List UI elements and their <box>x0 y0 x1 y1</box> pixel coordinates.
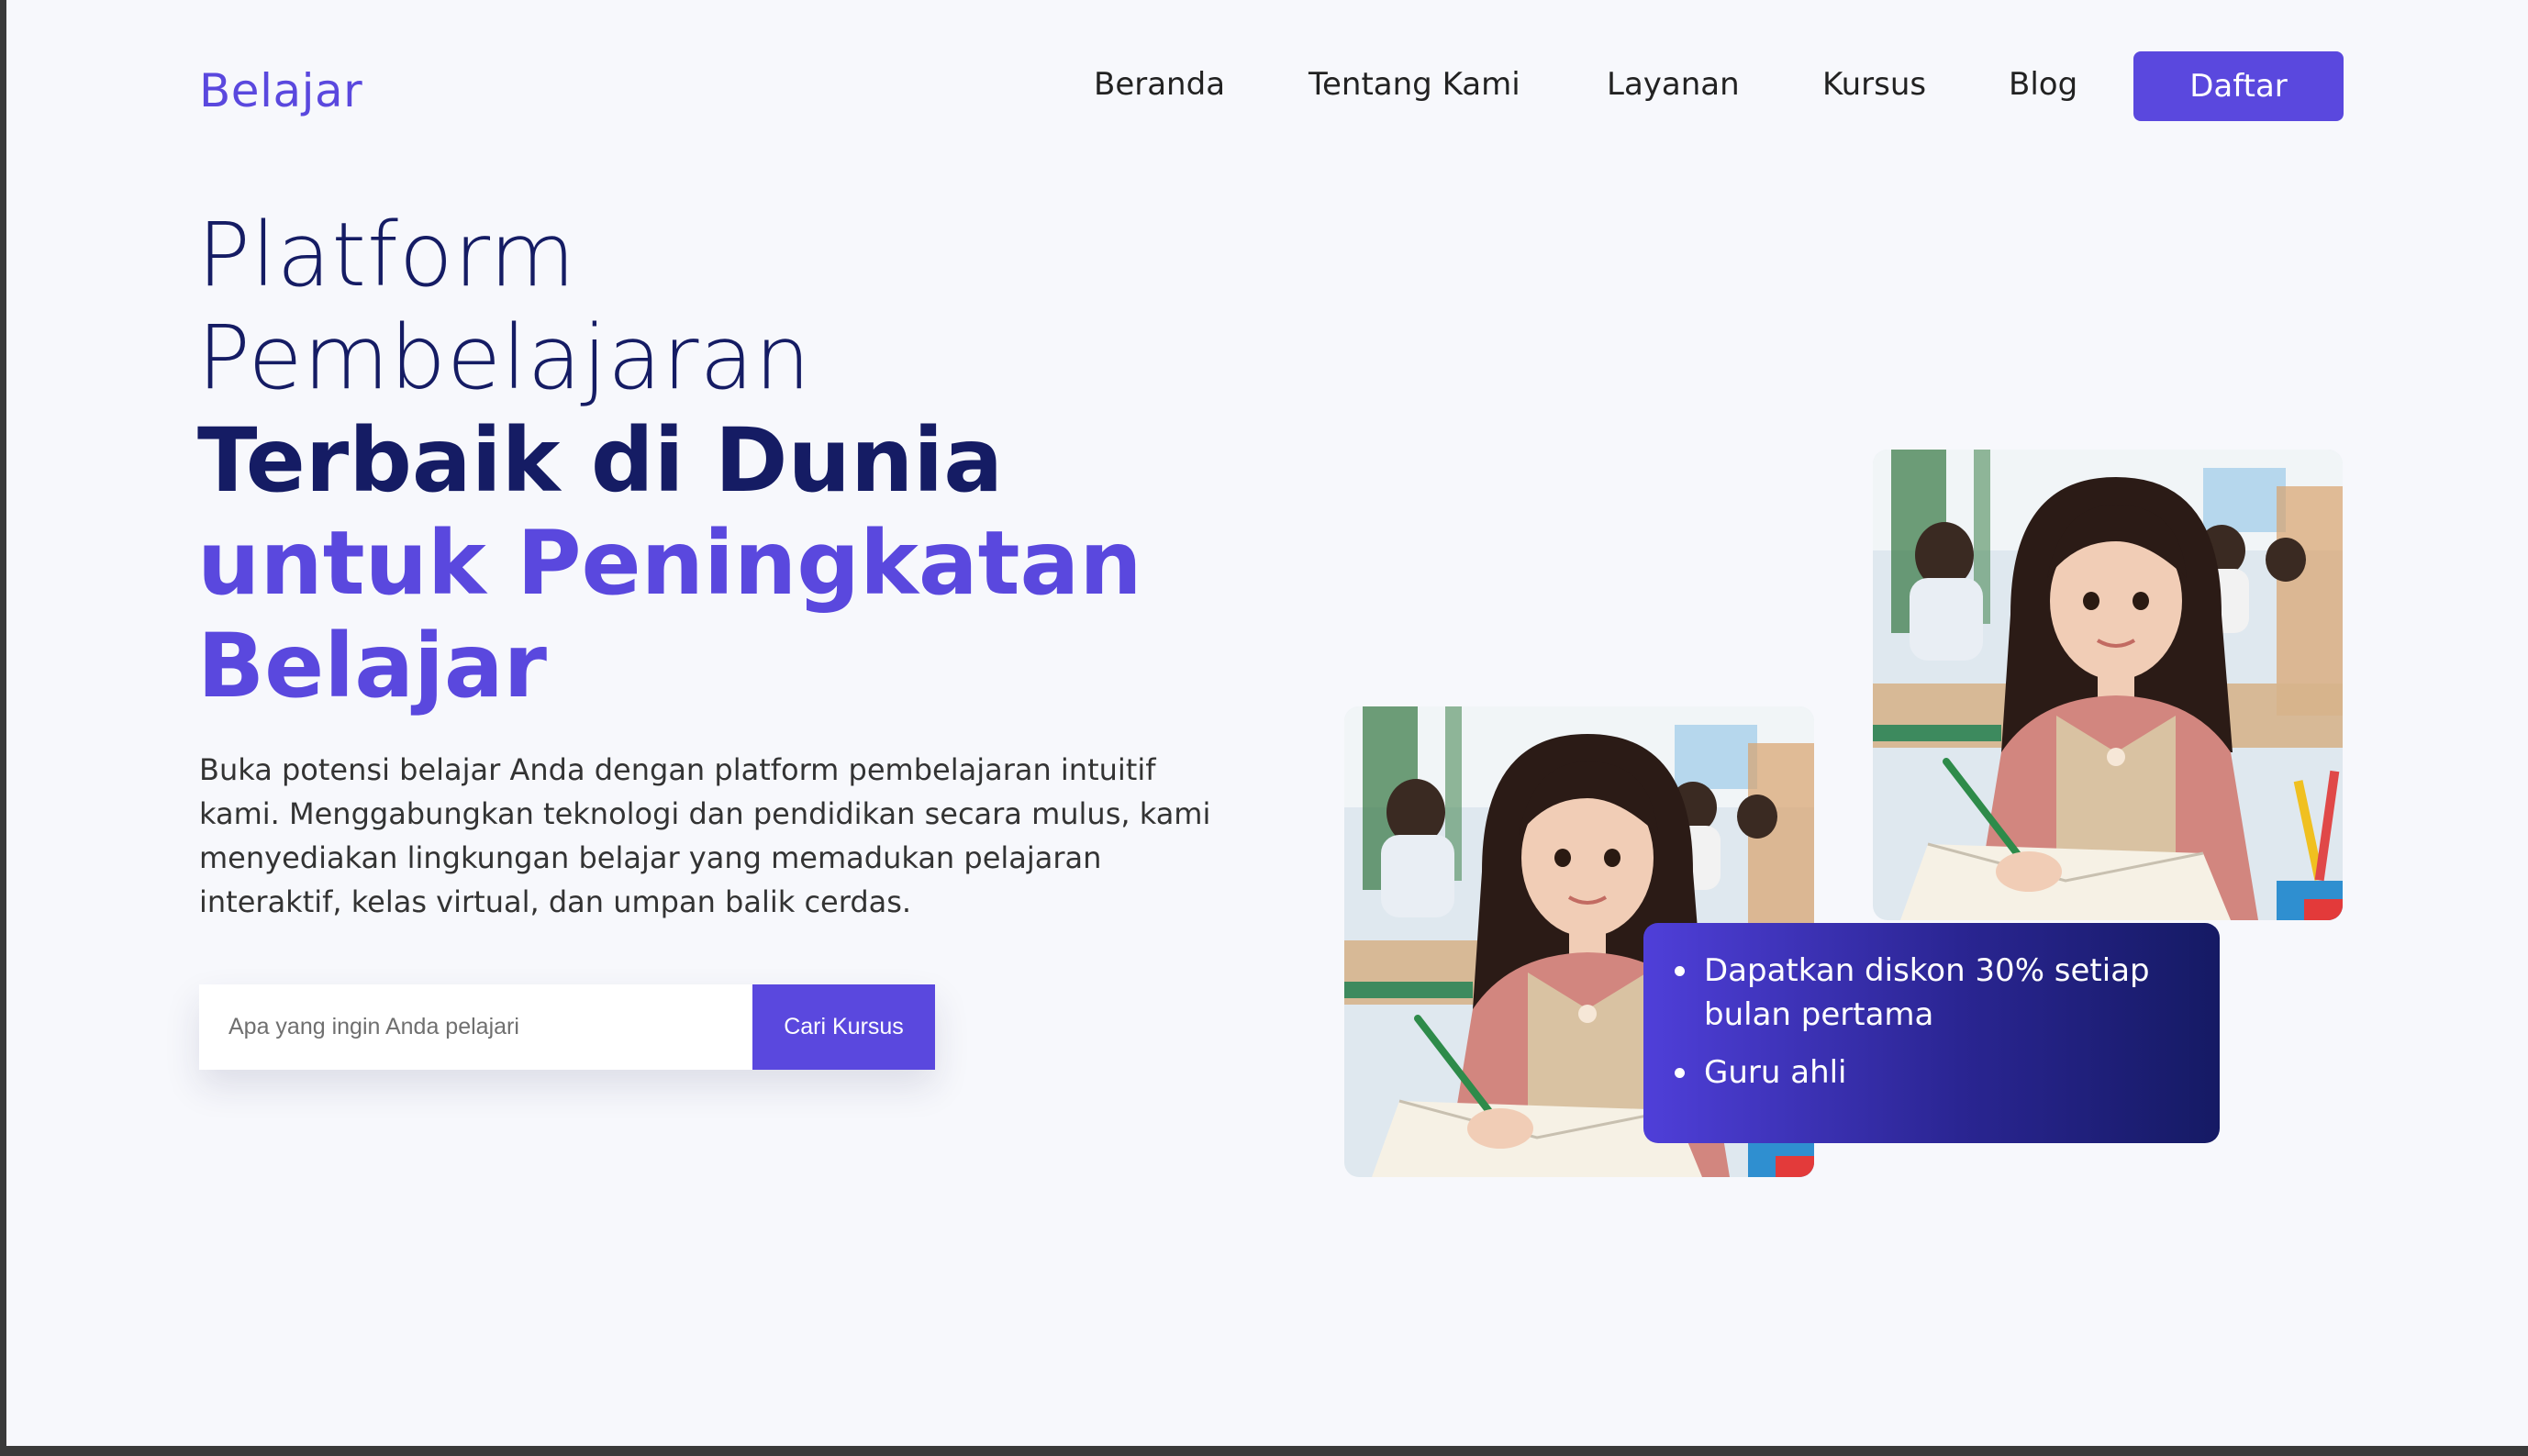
nav-link-kursus[interactable]: Kursus <box>1822 66 1926 103</box>
search-course-button[interactable]: Cari Kursus <box>752 984 935 1070</box>
bullet-icon <box>1675 1068 1685 1078</box>
hero-title-line-1: Platform <box>197 204 576 306</box>
nav-link-tentang-kami[interactable]: Tentang Kami <box>1309 66 1520 103</box>
hero-title-line-2: Pembelajaran <box>197 306 812 409</box>
hero-title: Platform Pembelajaran Terbaik di Dunia u… <box>197 204 1142 717</box>
promo-item: Guru ahli <box>1675 1050 2183 1095</box>
course-search-bar: Cari Kursus <box>199 984 935 1070</box>
promo-item: Dapatkan diskon 30% setiap bulan pertama <box>1675 949 2183 1037</box>
student-photo-2 <box>1873 450 2343 920</box>
hero-title-line-5: Belajar <box>197 615 547 717</box>
nav-link-layanan[interactable]: Layanan <box>1607 66 1740 103</box>
hero-title-line-3: Terbaik di Dunia <box>197 409 1003 512</box>
student-photo-illustration <box>1873 450 2343 920</box>
hero-description: Buka potensi belajar Anda dengan platfor… <box>199 752 1211 919</box>
promo-list: Dapatkan diskon 30% setiap bulan pertama… <box>1675 949 2183 1095</box>
promo-card: Dapatkan diskon 30% setiap bulan pertama… <box>1643 923 2220 1143</box>
promo-item-text: Guru ahli <box>1704 1054 1847 1091</box>
nav-link-beranda[interactable]: Beranda <box>1094 66 1225 103</box>
bullet-icon <box>1675 966 1685 976</box>
hero-title-line-4: untuk Peningkatan <box>197 512 1142 615</box>
main-nav: Beranda Tentang Kami Layanan Kursus Blog… <box>6 51 2528 121</box>
landing-page: Belajar Beranda Tentang Kami Layanan Kur… <box>6 0 2528 1446</box>
nav-link-blog[interactable]: Blog <box>2009 66 2077 103</box>
register-button[interactable]: Daftar <box>2133 51 2344 121</box>
promo-item-text: Dapatkan diskon 30% setiap bulan pertama <box>1704 952 2150 1033</box>
search-input[interactable] <box>199 984 752 1070</box>
